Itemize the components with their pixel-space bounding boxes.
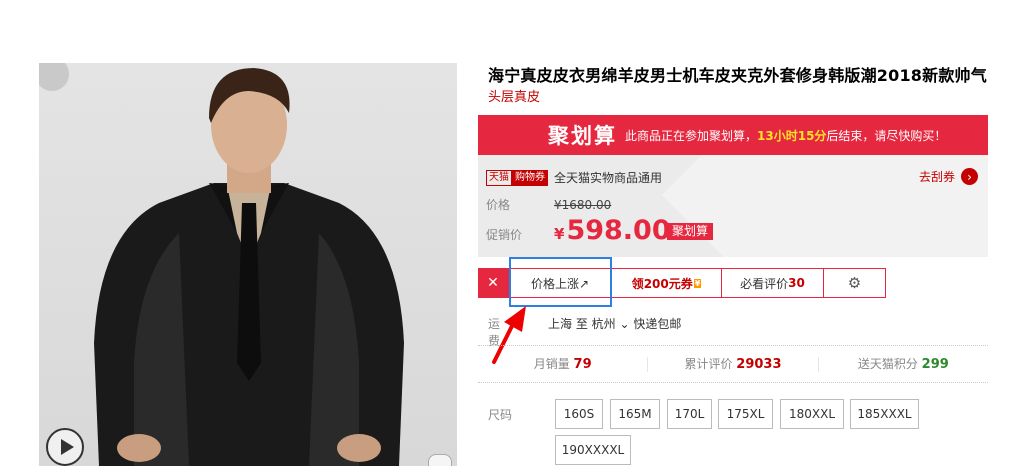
gear-icon[interactable]: ⚙ [824,268,886,298]
close-icon[interactable]: ✕ [478,268,508,298]
total-reviews-value: 29033 [736,356,782,372]
shipping-destination[interactable]: 上海 至 杭州 ⌄ 快递包邮 [548,315,681,332]
size-option[interactable]: 165M [610,399,660,429]
juhuasuan-logo: 聚划算 [548,124,617,148]
annotation-highlight-box [509,257,612,307]
tmall-points-label: 送天猫积分 [857,356,918,371]
shopping-coupon-tag: 购物券 [512,169,548,186]
reviews-count: 30 [788,276,805,290]
size-label: 尺码 [488,408,513,422]
coupon-description: 全天猫实物商品通用 [554,171,663,185]
tmall-points-value: 299 [921,356,949,372]
play-video-button[interactable] [46,428,84,466]
original-price: ¥1680.00 [554,198,612,212]
sales-stats: 月销量 79 累计评价 29033 送天猫积分 299 [478,345,988,383]
coupon-prefix: 领 [631,276,644,291]
monthly-sales: 月销量 79 [478,356,649,372]
size-option[interactable]: 180XXL [780,399,844,429]
size-option[interactable]: 185XXXL [850,399,919,429]
total-reviews-label: 累计评价 [684,356,733,371]
juhuasuan-msg-suffix: 后结束，请尽快购买！ [826,128,947,143]
tmall-tag: 天猫 [486,169,512,186]
size-option[interactable]: 170L [667,399,712,429]
tmall-points: 送天猫积分 299 [819,357,988,372]
juhuasuan-msg-prefix: 此商品正在参加聚划算， [625,128,758,143]
price-label: 价格 [486,198,511,212]
total-reviews[interactable]: 累计评价 29033 [648,356,819,372]
coupon-badge: ¥ [693,278,702,288]
arrow-right-icon: › [961,168,978,185]
coupon-amount: 200元券 [643,276,693,291]
product-title: 海宁真皮皮衣男绵羊皮男士机车皮夹克外套修身韩版潮2018新款帅气 [488,66,987,85]
juhuasuan-price-tag: 聚划算 [667,223,714,240]
monthly-sales-value: 79 [573,356,592,372]
promo-price: ¥ 598.00 [554,215,671,246]
size-option[interactable]: 160S [555,399,603,429]
juhuasuan-message: 此商品正在参加聚划算，13小时15分后结束，请尽快购买！ [625,127,946,144]
juhuasuan-countdown: 13小时15分 [757,128,827,143]
monthly-sales-label: 月销量 [533,356,570,371]
size-option[interactable]: 190XXXXL [555,435,631,465]
reviews-prefix: 必看评价 [740,276,789,291]
shipping-label: 运费 [488,317,501,348]
zoom-icon[interactable] [428,454,452,466]
juhuasuan-banner: 聚划算 此商品正在参加聚划算，13小时15分后结束，请尽快购买！ [478,115,988,155]
coupon-row: 天猫 购物券 全天猫实物商品通用 [486,169,662,186]
price-panel: 天猫 购物券 全天猫实物商品通用 去刮券 › 价格 ¥1680.00 促销价 ¥… [478,155,988,257]
coupon-button[interactable]: 领 200元券 ¥ [612,268,722,298]
promo-price-value: 598.00 [566,215,671,246]
product-photo-model [94,68,404,466]
get-coupon-link[interactable]: 去刮券 › [919,168,978,185]
size-option[interactable]: 175XL [718,399,773,429]
promo-price-label: 促销价 [486,228,523,242]
get-coupon-label: 去刮券 [918,170,955,184]
product-image[interactable] [39,63,457,466]
reviews-button[interactable]: 必看评价 30 [722,268,824,298]
product-subtitle: 头层真皮 [488,90,541,105]
currency-symbol: ¥ [554,225,565,243]
